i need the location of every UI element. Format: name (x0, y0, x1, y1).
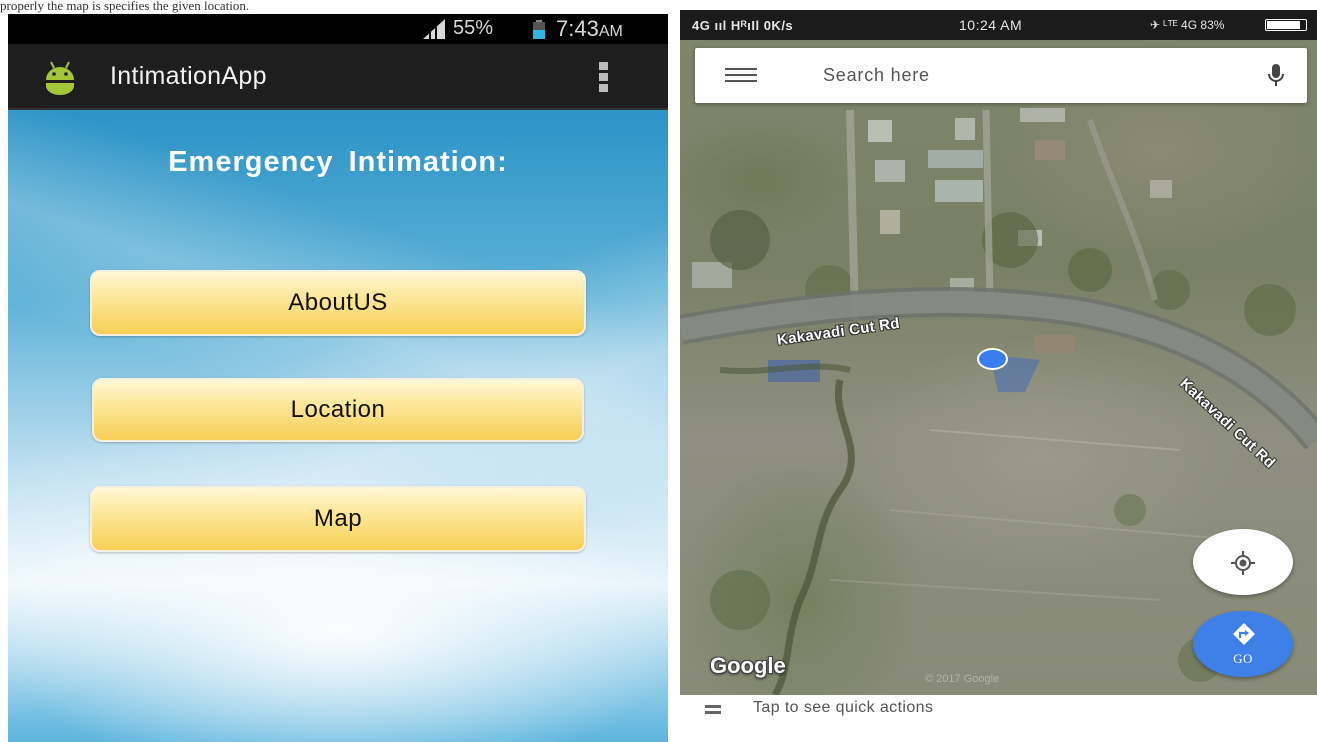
status-right-indicators: ✈ ᴸᵀᴱ 4G 83% (1150, 18, 1225, 32)
clock-ampm: AM (598, 23, 623, 40)
signal-icon (423, 19, 445, 39)
go-directions-button[interactable]: GO (1193, 611, 1293, 677)
network-status: 4G ııl HᴿıIl 0K/s (692, 18, 794, 33)
quick-actions-bar[interactable]: Tap to see quick actions (680, 695, 1317, 742)
hamburger-menu-icon[interactable] (725, 68, 757, 82)
crosshair-icon (1231, 551, 1255, 575)
overflow-menu-icon[interactable] (596, 62, 610, 94)
directions-icon (1233, 623, 1255, 645)
status-clock: 10:24 AM (959, 17, 1023, 33)
screenshot-canvas: properly the map is specifies the given … (0, 0, 1317, 742)
search-bar[interactable]: Search here (695, 48, 1307, 103)
my-location-button[interactable] (1193, 529, 1293, 595)
android-robot-icon (46, 61, 74, 95)
my-location-dot (977, 348, 1008, 370)
map-button[interactable]: Map (90, 486, 586, 552)
google-maps-screen: 4G ııl HᴿıIl 0K/s 10:24 AM ✈ ᴸᵀᴱ 4G 83% (680, 10, 1317, 742)
app-title: IntimationApp (110, 62, 267, 90)
intimation-app-screen: 55% 7:43AM IntimationApp Emergency Intim… (8, 14, 668, 742)
battery-icon (1265, 19, 1307, 31)
go-label: GO (1233, 651, 1253, 666)
drag-handle-icon (705, 705, 721, 715)
location-button[interactable]: Location (92, 378, 584, 442)
status-bar: 4G ııl HᴿıIl 0K/s 10:24 AM ✈ ᴸᵀᴱ 4G 83% (680, 10, 1317, 40)
battery-percent: 55% (453, 17, 494, 39)
status-bar: 55% 7:43AM (8, 14, 668, 44)
main-content: Emergency Intimation: AboutUS Location M… (8, 110, 668, 742)
map-copyright: © 2017 Google (925, 673, 1000, 685)
about-us-button[interactable]: AboutUS (90, 270, 586, 336)
caption-text: properly the map is specifies the given … (0, 0, 250, 13)
clock-time: 7:43 (556, 16, 599, 41)
page-title: Emergency Intimation: (168, 146, 508, 178)
microphone-icon[interactable] (1268, 64, 1284, 88)
quick-actions-text: Tap to see quick actions (753, 699, 934, 716)
app-bar: IntimationApp (8, 44, 668, 110)
status-clock: 7:43AM (556, 16, 623, 42)
search-input[interactable]: Search here (823, 65, 930, 86)
google-logo: Google (710, 653, 786, 678)
battery-icon (533, 20, 545, 39)
